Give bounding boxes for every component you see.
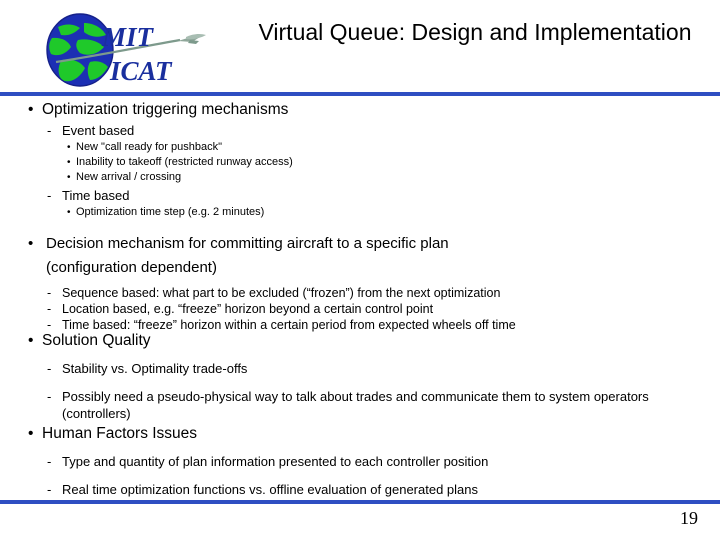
- bullet-level3: • New "call ready for pushback": [67, 140, 700, 155]
- section-heading: Optimization triggering mechanisms: [42, 101, 289, 118]
- bullet-level1: • Human Factors Issues: [28, 424, 700, 444]
- bullet-marker-icon: •: [67, 157, 71, 168]
- bullet-level2: - Real time optimization functions vs. o…: [47, 481, 700, 498]
- detail-item: Sequence based: what part to be excluded…: [62, 286, 501, 300]
- detail-item: Location based, e.g. “freeze” horizon be…: [62, 302, 434, 316]
- page-title: Virtual Queue: Design and Implementation: [258, 19, 692, 45]
- detail-item: Real time optimization functions vs. off…: [62, 482, 479, 497]
- page-number: 19: [680, 508, 698, 528]
- dash-marker-icon: -: [47, 482, 52, 497]
- logo-text-mit: MIT: [101, 22, 155, 52]
- bullet-level3: • Inability to takeoff (restricted runwa…: [67, 155, 700, 170]
- bullet-level2: - Event based: [47, 122, 700, 139]
- bullet-level1: • Decision mechanism for committing airc…: [28, 232, 700, 280]
- bullet-marker-icon: •: [28, 101, 34, 118]
- detail-item: Inability to takeoff (restricted runway …: [76, 156, 293, 168]
- bullet-level3: • New arrival / crossing: [67, 170, 700, 185]
- logo-text-icat: ICAT: [109, 56, 173, 86]
- slide-body: • Optimization triggering mechanisms - E…: [0, 96, 720, 500]
- bullet-marker-icon: •: [28, 332, 34, 349]
- dash-marker-icon: -: [47, 188, 52, 203]
- bullet-marker-icon: •: [28, 235, 34, 252]
- detail-item: New "call ready for pushback": [76, 141, 222, 153]
- detail-item: New arrival / crossing: [76, 171, 182, 183]
- dash-marker-icon: -: [47, 361, 52, 376]
- section-optimization-triggering: • Optimization triggering mechanisms - E…: [0, 100, 700, 220]
- bullet-level2: - Stability vs. Optimality trade-offs: [47, 360, 700, 377]
- slide: MIT ICAT Virtual Queue: Design and Imple…: [0, 0, 720, 540]
- bullet-level1: • Optimization triggering mechanisms: [28, 100, 700, 120]
- bullet-level2: - Possibly need a pseudo-physical way to…: [47, 388, 674, 422]
- section-heading: Human Factors Issues: [42, 425, 198, 442]
- detail-item: Stability vs. Optimality trade-offs: [62, 361, 248, 376]
- bullet-level2: - Time based: [47, 187, 700, 204]
- section-heading-line2: (configuration dependent): [46, 259, 217, 276]
- section-heading-line1: Decision mechanism for committing aircra…: [46, 235, 449, 252]
- sub-heading: Time based: [62, 188, 130, 203]
- dash-marker-icon: -: [47, 302, 52, 316]
- dash-marker-icon: -: [47, 454, 52, 469]
- bullet-level1: • Solution Quality: [28, 331, 700, 351]
- detail-item: Possibly need a pseudo-physical way to t…: [62, 389, 649, 421]
- bullet-level2: - Type and quantity of plan information …: [47, 453, 700, 470]
- bullet-marker-icon: •: [67, 207, 71, 218]
- section-heading: Solution Quality: [42, 332, 151, 349]
- bullet-marker-icon: •: [28, 425, 34, 442]
- bullet-level2: - Location based, e.g. “freeze” horizon …: [47, 301, 700, 317]
- detail-item: Type and quantity of plan information pr…: [62, 454, 489, 469]
- sub-heading: Event based: [62, 123, 135, 138]
- section-decision-mechanism: • Decision mechanism for committing airc…: [0, 232, 700, 333]
- bullet-level2: - Sequence based: what part to be exclud…: [47, 285, 700, 301]
- detail-item: Optimization time step (e.g. 2 minutes): [76, 206, 265, 218]
- section-human-factors: • Human Factors Issues - Type and quanti…: [0, 424, 700, 498]
- section-solution-quality: • Solution Quality - Stability vs. Optim…: [0, 331, 700, 422]
- bullet-level3: • Optimization time step (e.g. 2 minutes…: [67, 205, 700, 220]
- dash-marker-icon: -: [47, 286, 52, 300]
- bullet-marker-icon: •: [67, 172, 71, 183]
- mit-icat-logo: MIT ICAT: [40, 10, 220, 90]
- footer-divider-rule: [0, 500, 720, 504]
- dash-marker-icon: -: [47, 389, 52, 404]
- mit-icat-logo-graphic: MIT ICAT: [46, 13, 206, 87]
- bullet-marker-icon: •: [67, 142, 71, 153]
- slide-header: MIT ICAT Virtual Queue: Design and Imple…: [0, 0, 720, 92]
- dash-marker-icon: -: [47, 123, 52, 138]
